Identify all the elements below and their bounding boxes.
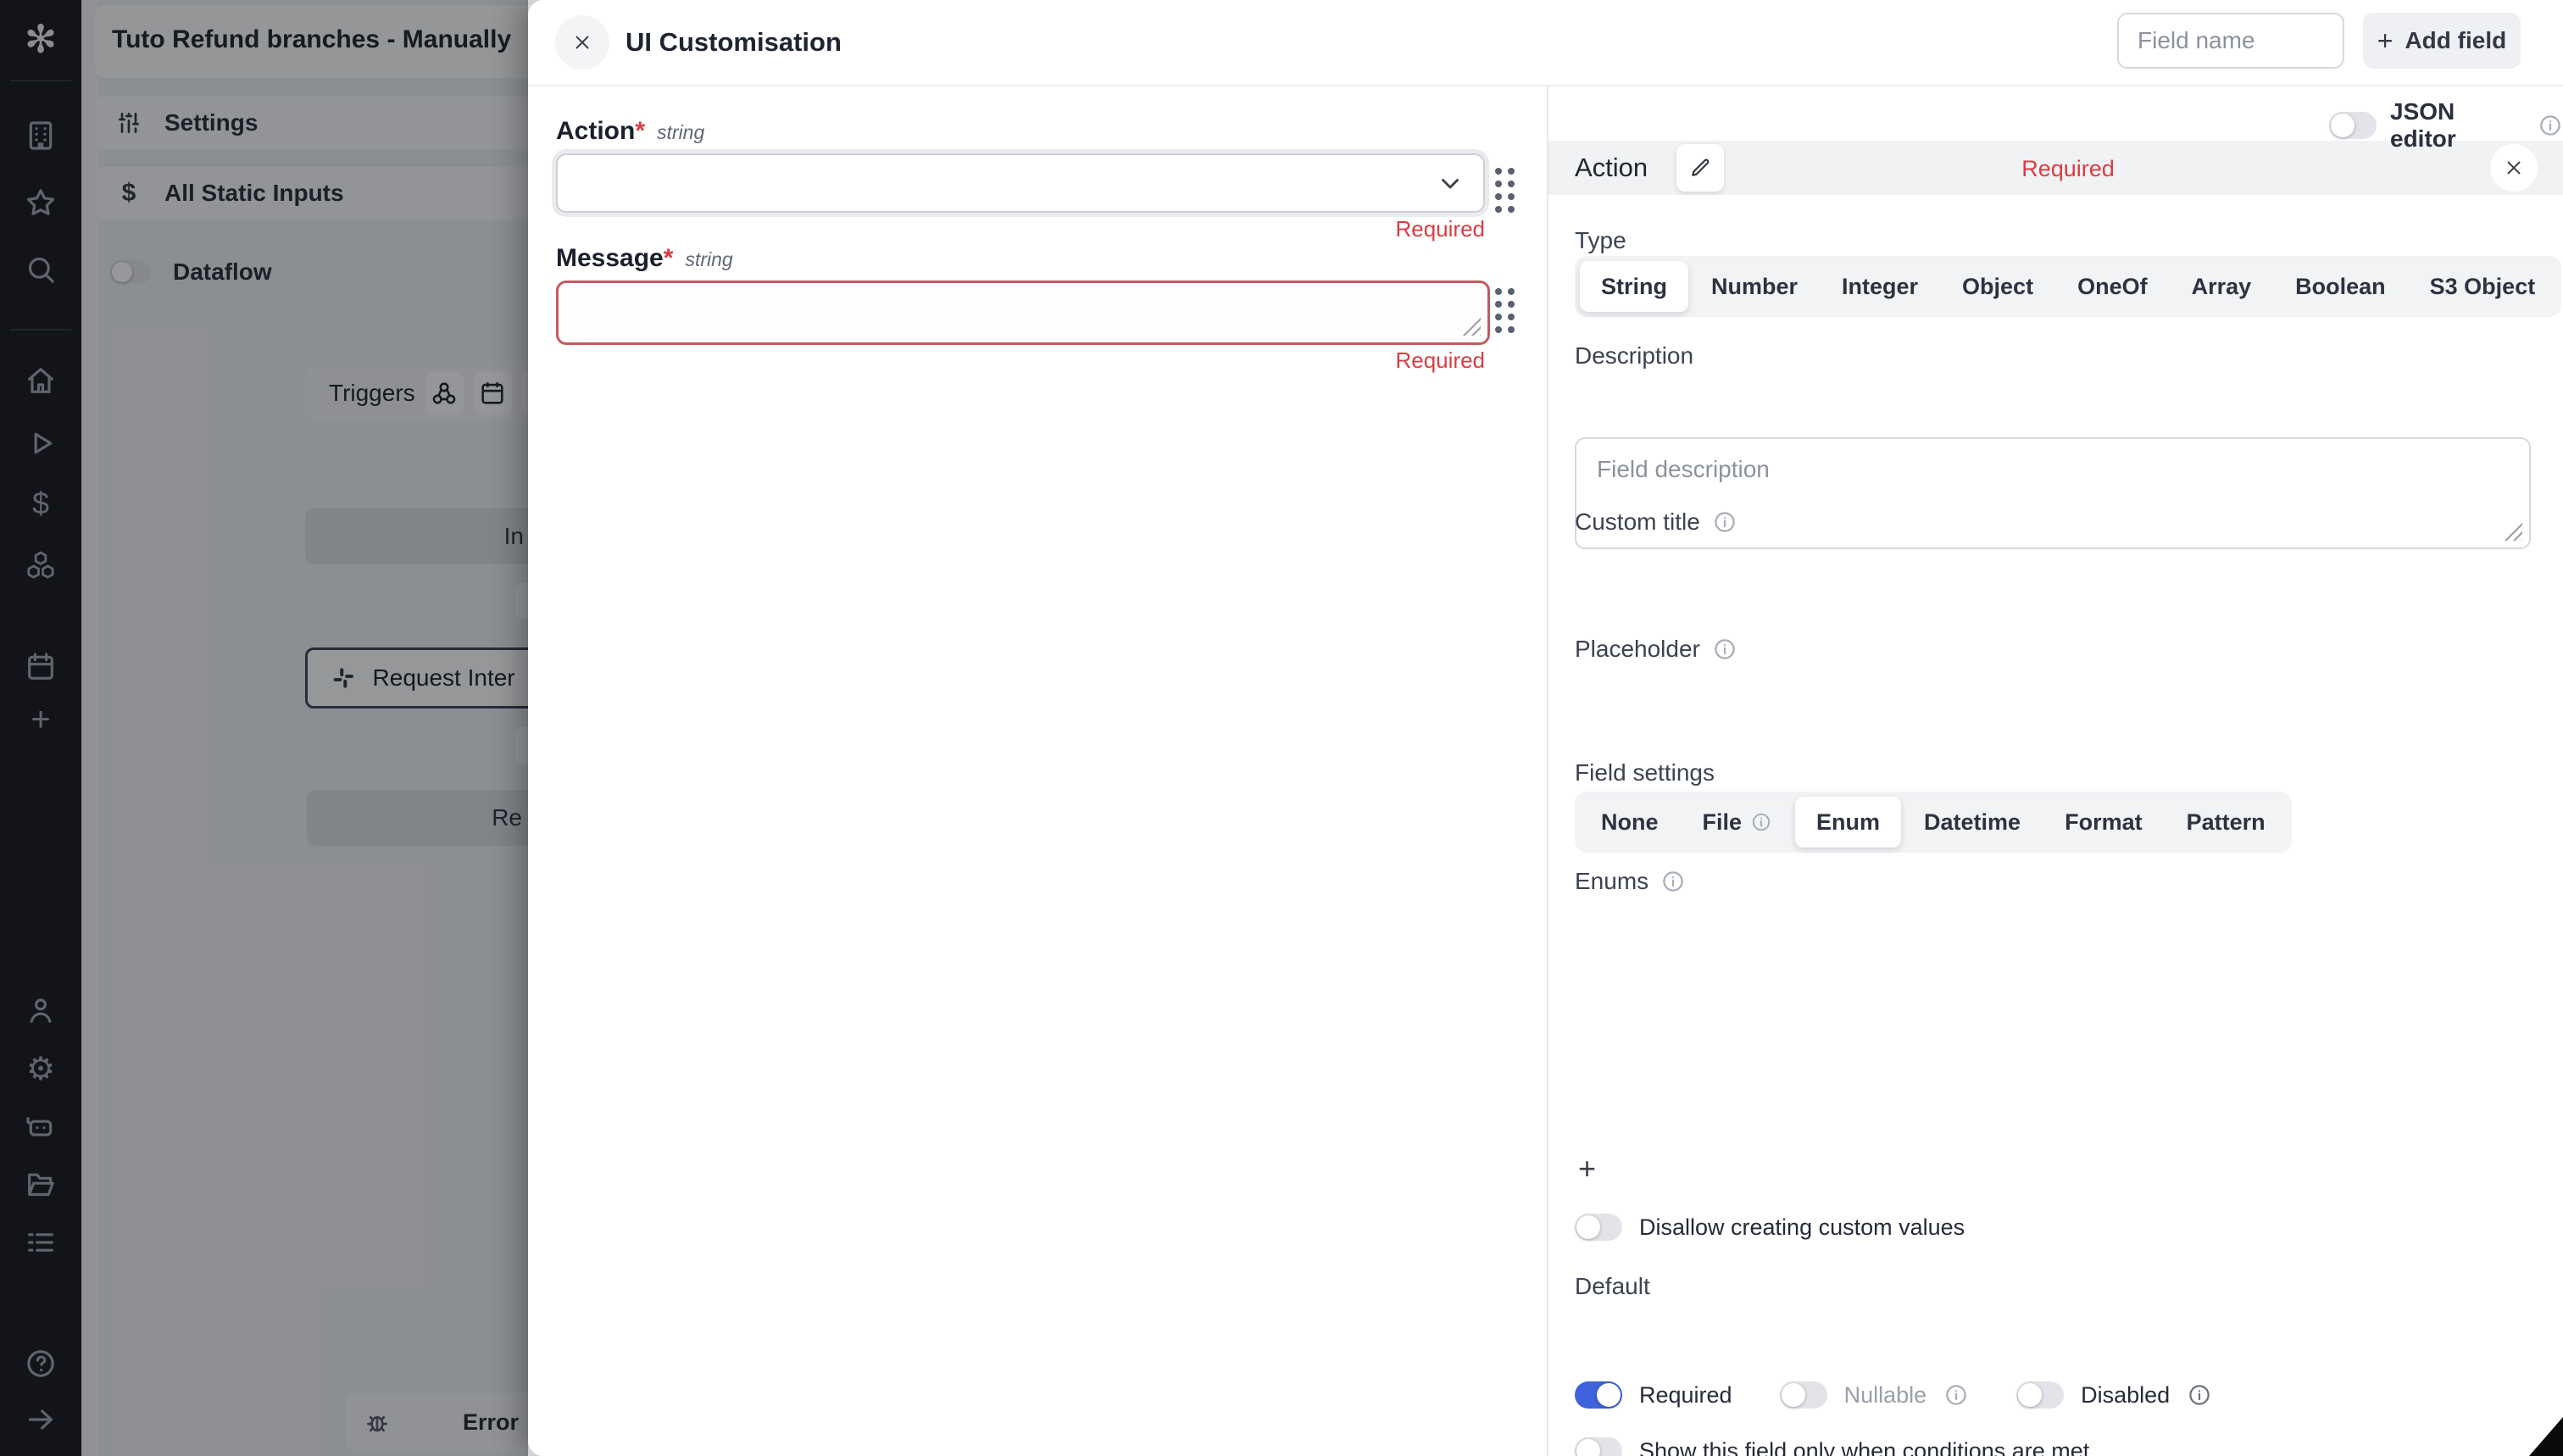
add-enum-button[interactable]: + xyxy=(1578,1151,1596,1186)
action-field-label-row: Action* string xyxy=(556,117,704,146)
description-placeholder: Field description xyxy=(1597,456,1770,482)
conditions-toggle[interactable] xyxy=(1575,1437,1622,1456)
fs-option-format[interactable]: Format xyxy=(2043,797,2164,847)
info-icon[interactable] xyxy=(1712,509,1737,535)
action-required-note: Required xyxy=(1231,216,1485,242)
fs-option-enum[interactable]: Enum xyxy=(1795,797,1901,847)
json-editor-row: JSON editor xyxy=(2329,98,2563,153)
json-editor-toggle[interactable] xyxy=(2329,112,2377,139)
required-toggle-label: Required xyxy=(1639,1382,1732,1409)
nullable-toggle[interactable] xyxy=(1780,1381,1827,1409)
app-root: Tuto Refund branches - Manually Settings… xyxy=(0,0,2563,1456)
close-icon xyxy=(571,31,593,53)
message-field-label-row: Message* string xyxy=(556,244,733,273)
description-label: Description xyxy=(1575,342,1693,370)
panel-field-title: Action xyxy=(1575,153,1648,183)
info-icon[interactable] xyxy=(1660,869,1686,894)
enums-label-row: Enums xyxy=(1575,868,1686,895)
mouse-cursor xyxy=(2529,1417,2563,1456)
message-drag-handle[interactable] xyxy=(1495,288,1515,333)
type-option-s3object[interactable]: S3 Object xyxy=(2409,261,2557,312)
custom-title-label-row: Custom title xyxy=(1575,508,1737,536)
info-icon[interactable] xyxy=(2187,1382,2212,1408)
conditions-label: Show this field only when conditions are… xyxy=(1639,1438,2089,1456)
type-label: Type xyxy=(1575,227,1626,254)
add-field-button[interactable]: + Add field xyxy=(2363,13,2521,69)
disabled-toggle-label: Disabled xyxy=(2081,1382,2170,1409)
fs-option-datetime[interactable]: Datetime xyxy=(1903,797,2042,847)
ui-customisation-modal xyxy=(528,0,2563,1456)
disallow-custom-values-row: Disallow creating custom values xyxy=(1575,1214,1965,1241)
pencil-icon xyxy=(1688,156,1712,180)
info-icon[interactable] xyxy=(1712,636,1737,662)
required-toggle[interactable] xyxy=(1575,1381,1622,1409)
message-required-note: Required xyxy=(1231,347,1485,374)
conditions-row: Show this field only when conditions are… xyxy=(1575,1437,2089,1456)
custom-title-label: Custom title xyxy=(1575,508,1700,536)
add-field-label: Add field xyxy=(2405,27,2506,54)
type-option-boolean[interactable]: Boolean xyxy=(2274,261,2407,312)
disabled-toggle[interactable] xyxy=(2016,1381,2064,1409)
rename-field-button[interactable] xyxy=(1676,144,1724,192)
action-drag-handle[interactable] xyxy=(1495,168,1515,213)
panel-field-status: Required xyxy=(1966,156,2170,182)
disallow-custom-values-label: Disallow creating custom values xyxy=(1639,1214,1965,1241)
modal-title: UI Customisation xyxy=(625,27,842,58)
type-option-number[interactable]: Number xyxy=(1690,261,1819,312)
close-icon xyxy=(2503,157,2525,179)
json-editor-label: JSON editor xyxy=(2390,98,2524,153)
flags-row: Required Nullable Disabled xyxy=(1575,1381,2212,1409)
type-option-oneof[interactable]: OneOf xyxy=(2056,261,2169,312)
message-field-label: Message* xyxy=(556,244,673,273)
panel-close-button[interactable] xyxy=(2490,144,2538,192)
type-option-integer[interactable]: Integer xyxy=(1821,261,1939,312)
field-settings-label: Field settings xyxy=(1575,759,1715,786)
placeholder-label: Placeholder xyxy=(1575,636,1700,663)
fs-option-none[interactable]: None xyxy=(1580,797,1680,847)
field-name-placeholder: Field name xyxy=(2138,27,2255,54)
fs-option-pattern[interactable]: Pattern xyxy=(2165,797,2287,847)
action-field-label: Action* xyxy=(556,117,645,146)
required-asterisk: * xyxy=(635,117,645,145)
info-icon xyxy=(1750,811,1772,833)
action-field-type: string xyxy=(657,121,704,144)
message-textarea[interactable] xyxy=(556,281,1490,345)
fs-option-file[interactable]: File xyxy=(1682,797,1794,847)
enums-label: Enums xyxy=(1575,868,1648,895)
modal-backdrop[interactable] xyxy=(0,0,528,1456)
info-icon[interactable] xyxy=(2538,113,2563,138)
nullable-toggle-label: Nullable xyxy=(1844,1382,1927,1409)
required-asterisk: * xyxy=(664,244,674,272)
chevron-down-icon xyxy=(1436,169,1465,197)
type-option-string[interactable]: String xyxy=(1580,261,1688,312)
info-icon[interactable] xyxy=(1943,1382,1969,1408)
action-select[interactable] xyxy=(556,153,1485,213)
modal-close-button[interactable] xyxy=(555,15,609,69)
disallow-custom-values-toggle[interactable] xyxy=(1575,1214,1622,1241)
type-segmented-control: String Number Integer Object OneOf Array… xyxy=(1575,256,2561,317)
type-option-array[interactable]: Array xyxy=(2171,261,2273,312)
field-name-input[interactable]: Field name xyxy=(2117,13,2344,69)
plus-icon: + xyxy=(2377,25,2393,57)
panel-divider xyxy=(1547,86,1548,1456)
field-settings-segmented-control: None File Enum Datetime Format Pattern xyxy=(1575,792,2292,853)
default-label: Default xyxy=(1575,1273,1650,1300)
message-field-type: string xyxy=(685,248,732,271)
type-option-object[interactable]: Object xyxy=(1941,261,2054,312)
placeholder-label-row: Placeholder xyxy=(1575,636,1737,663)
